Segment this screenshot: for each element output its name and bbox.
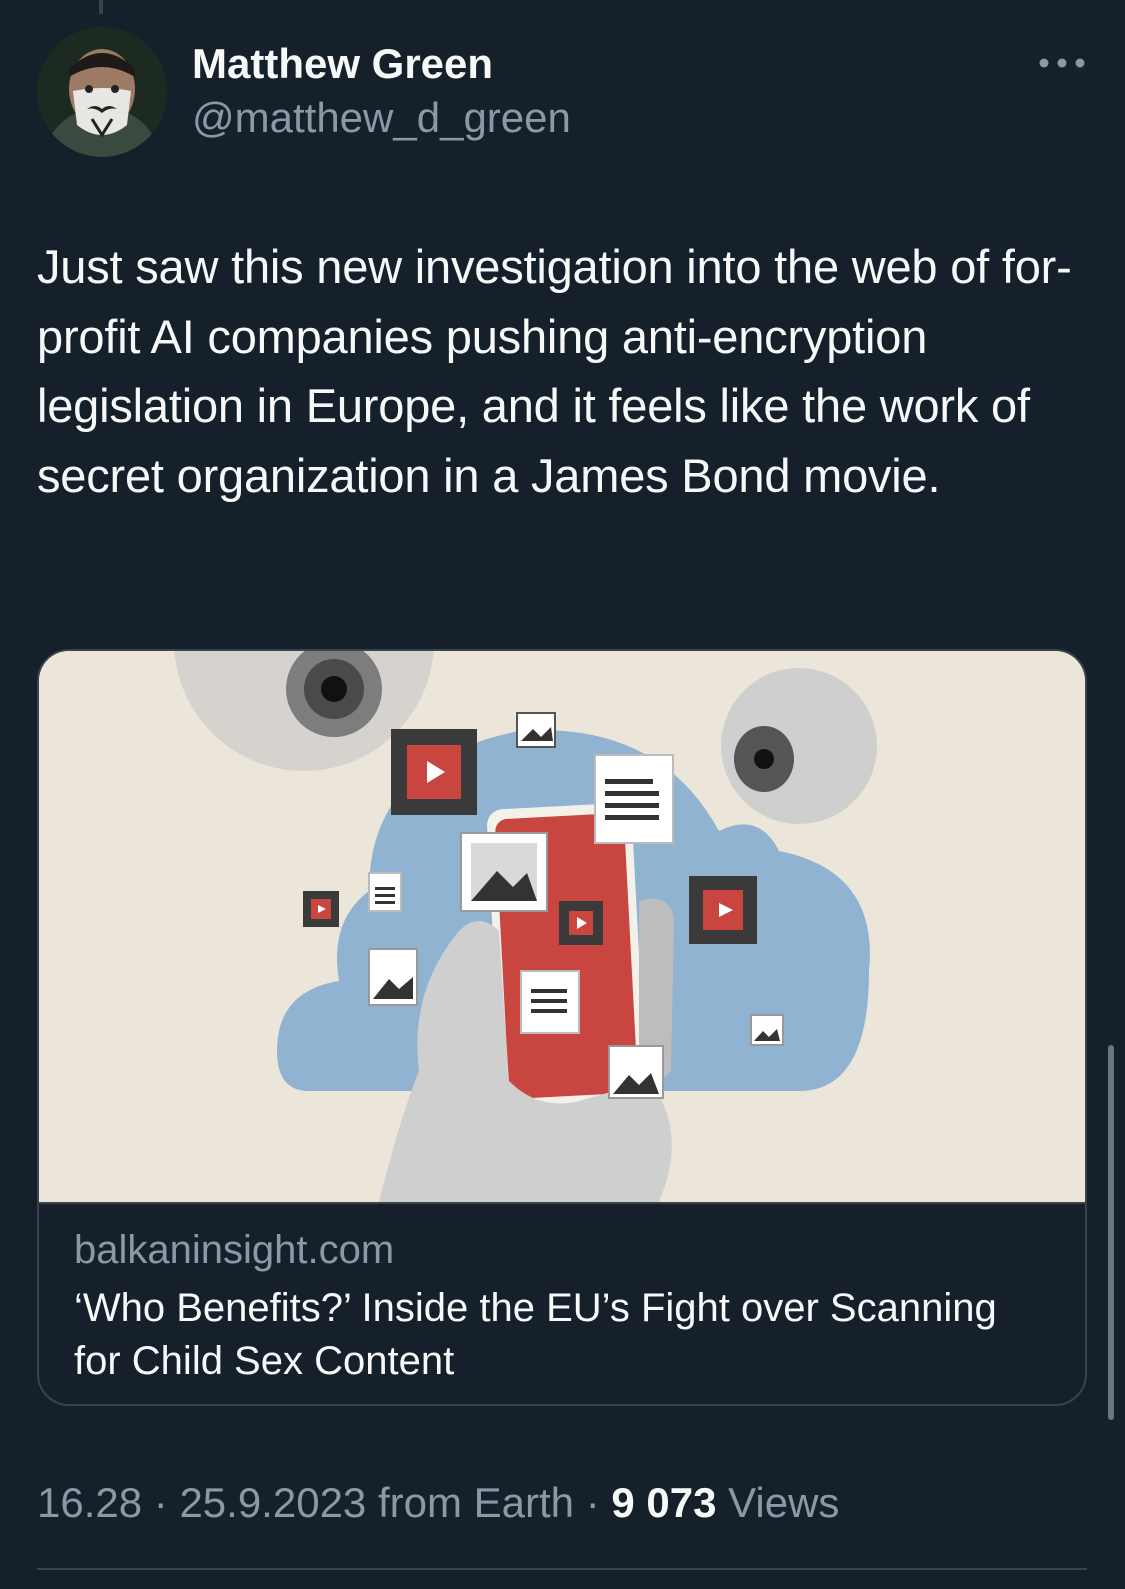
card-title[interactable]: ‘Who Benefits?’ Inside the EU’s Fight ov…: [74, 1282, 1034, 1388]
more-options-button[interactable]: [1036, 50, 1088, 76]
tweet-date[interactable]: 25.9.2023: [179, 1479, 366, 1526]
views-label: Views: [716, 1479, 840, 1526]
thread-connector-line: [99, 0, 103, 14]
tweet-time[interactable]: 16.28: [37, 1479, 142, 1526]
author-name[interactable]: Matthew Green: [192, 40, 493, 88]
author-handle[interactable]: @matthew_d_green: [192, 94, 571, 142]
scrollbar[interactable]: [1108, 1045, 1114, 1420]
illustration-hand-phone-cloud-eyes: [39, 651, 1085, 1202]
card-domain: balkaninsight.com: [74, 1228, 395, 1272]
bottom-divider: [37, 1568, 1087, 1570]
card-divider: [39, 1202, 1085, 1204]
meta-separator: ·: [142, 1479, 180, 1526]
tweet-source: from Earth: [366, 1479, 575, 1526]
tweet-text: Just saw this new investigation into the…: [37, 240, 1072, 502]
meta-separator: ·: [574, 1479, 612, 1526]
tweet-meta: 16.28 · 25.9.2023 from Earth · 9 073 Vie…: [37, 1479, 839, 1527]
avatar-masked-person-icon: [37, 27, 167, 157]
more-options-icon: [1039, 58, 1085, 68]
views-count[interactable]: 9 073: [611, 1479, 716, 1526]
card-image[interactable]: [39, 651, 1085, 1202]
author-avatar[interactable]: [37, 27, 167, 157]
link-preview-card[interactable]: balkaninsight.com ‘Who Benefits?’ Inside…: [37, 649, 1087, 1406]
